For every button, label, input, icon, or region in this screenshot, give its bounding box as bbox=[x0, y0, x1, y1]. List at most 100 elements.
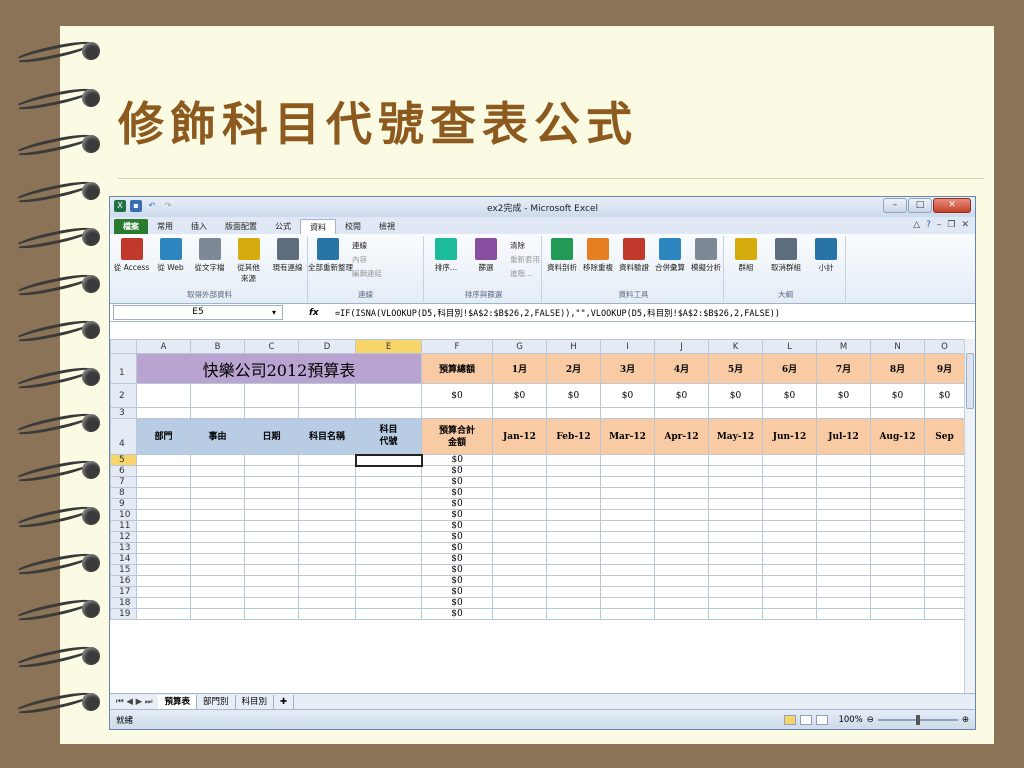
cell[interactable] bbox=[298, 531, 356, 543]
cell[interactable] bbox=[136, 597, 191, 609]
ribbon-button[interactable]: 群組 bbox=[726, 238, 766, 273]
ribbon-small-button[interactable]: 連線 bbox=[352, 240, 367, 251]
column-header[interactable]: E bbox=[355, 339, 422, 354]
sheet-tab[interactable]: 科目別 bbox=[236, 694, 275, 709]
cell[interactable] bbox=[492, 564, 547, 576]
cell[interactable] bbox=[546, 564, 601, 576]
page-layout-icon[interactable] bbox=[800, 714, 813, 725]
month-cell[interactable]: 8月 bbox=[870, 353, 925, 384]
cell[interactable] bbox=[762, 487, 817, 499]
cell[interactable] bbox=[816, 542, 871, 554]
cell[interactable] bbox=[762, 597, 817, 609]
cell[interactable] bbox=[654, 498, 709, 510]
cell[interactable] bbox=[708, 465, 763, 477]
row-header[interactable]: 3 bbox=[110, 407, 137, 419]
column-header[interactable]: D bbox=[298, 339, 356, 354]
cell[interactable] bbox=[546, 509, 601, 521]
cell[interactable] bbox=[136, 454, 191, 466]
total-cell[interactable]: $0 bbox=[421, 575, 493, 587]
cell[interactable] bbox=[654, 531, 709, 543]
cell[interactable] bbox=[600, 608, 655, 620]
cell[interactable] bbox=[244, 454, 299, 466]
cell[interactable] bbox=[924, 509, 965, 521]
cell[interactable] bbox=[708, 509, 763, 521]
ribbon-button[interactable]: 從 Access bbox=[112, 238, 151, 273]
cell[interactable] bbox=[298, 575, 356, 587]
cell[interactable] bbox=[136, 542, 191, 554]
cell[interactable] bbox=[924, 553, 965, 565]
cell[interactable] bbox=[924, 531, 965, 543]
cell[interactable] bbox=[654, 476, 709, 488]
cell[interactable] bbox=[924, 498, 965, 510]
column-header[interactable]: G bbox=[492, 339, 547, 354]
cell[interactable] bbox=[492, 597, 547, 609]
cell[interactable] bbox=[708, 520, 763, 532]
cell[interactable] bbox=[355, 608, 422, 620]
total-cell[interactable]: $0 bbox=[421, 487, 493, 499]
row-header[interactable]: 13 bbox=[110, 542, 137, 554]
chevron-down-icon[interactable]: ▾ bbox=[272, 306, 276, 319]
cell[interactable] bbox=[244, 564, 299, 576]
cell[interactable] bbox=[355, 531, 422, 543]
cell[interactable] bbox=[355, 597, 422, 609]
total-cell[interactable]: $0 bbox=[421, 542, 493, 554]
cell[interactable] bbox=[355, 553, 422, 565]
cell[interactable] bbox=[492, 553, 547, 565]
active-cell[interactable] bbox=[354, 453, 423, 467]
cell[interactable] bbox=[762, 498, 817, 510]
cell[interactable] bbox=[190, 383, 245, 408]
cell[interactable] bbox=[298, 454, 356, 466]
cell[interactable] bbox=[870, 498, 925, 510]
row-header[interactable]: 9 bbox=[110, 498, 137, 510]
row-header[interactable]: 19 bbox=[110, 608, 137, 620]
cell[interactable] bbox=[298, 597, 356, 609]
cell[interactable] bbox=[355, 564, 422, 576]
cell[interactable] bbox=[762, 509, 817, 521]
row-header[interactable]: 6 bbox=[110, 465, 137, 477]
cell[interactable] bbox=[355, 487, 422, 499]
insert-function-icon[interactable]: fx bbox=[309, 308, 335, 318]
column-header[interactable]: N bbox=[870, 339, 925, 354]
cell[interactable] bbox=[546, 597, 601, 609]
cell[interactable] bbox=[244, 586, 299, 598]
row-header[interactable]: 11 bbox=[110, 520, 137, 532]
cell[interactable] bbox=[190, 531, 245, 543]
sheet-tab[interactable]: 部門別 bbox=[197, 694, 236, 709]
cell[interactable] bbox=[654, 586, 709, 598]
cell[interactable] bbox=[870, 542, 925, 554]
header-cell[interactable]: Sep bbox=[924, 418, 965, 455]
cell[interactable] bbox=[190, 476, 245, 488]
cell[interactable] bbox=[546, 487, 601, 499]
cell[interactable] bbox=[355, 575, 422, 587]
cell[interactable] bbox=[816, 531, 871, 543]
cell[interactable] bbox=[762, 520, 817, 532]
cell[interactable] bbox=[136, 465, 191, 477]
value-cell[interactable]: $0 bbox=[870, 383, 925, 408]
header-cell[interactable]: Jun-12 bbox=[762, 418, 817, 455]
cell[interactable] bbox=[546, 586, 601, 598]
value-cell[interactable]: $0 bbox=[924, 383, 965, 408]
cell[interactable] bbox=[924, 564, 965, 576]
cell[interactable] bbox=[708, 586, 763, 598]
cell[interactable] bbox=[492, 575, 547, 587]
cell[interactable] bbox=[492, 608, 547, 620]
cell[interactable] bbox=[762, 542, 817, 554]
cell[interactable] bbox=[762, 586, 817, 598]
tab-7[interactable]: 檢視 bbox=[370, 219, 404, 234]
cell[interactable] bbox=[816, 509, 871, 521]
cell[interactable] bbox=[816, 498, 871, 510]
cell[interactable] bbox=[190, 575, 245, 587]
cell[interactable] bbox=[816, 586, 871, 598]
cell[interactable] bbox=[654, 487, 709, 499]
value-cell[interactable]: $0 bbox=[492, 383, 547, 408]
header-cell[interactable]: 科目 代號 bbox=[355, 418, 422, 455]
cell[interactable] bbox=[600, 553, 655, 565]
cell[interactable] bbox=[600, 531, 655, 543]
cell[interactable] bbox=[762, 407, 817, 419]
cell[interactable] bbox=[924, 608, 965, 620]
cell[interactable] bbox=[708, 608, 763, 620]
cell[interactable] bbox=[870, 454, 925, 466]
cell[interactable] bbox=[190, 487, 245, 499]
cell[interactable] bbox=[924, 476, 965, 488]
ribbon-button[interactable]: 排序... bbox=[426, 238, 466, 273]
